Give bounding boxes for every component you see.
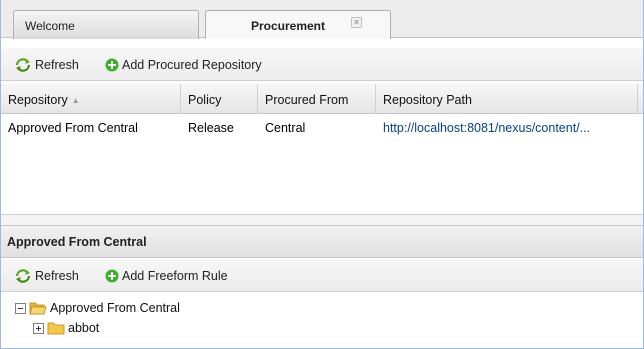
grid-empty-area <box>1 141 643 215</box>
column-header-repository[interactable]: Repository ▲ <box>1 84 181 114</box>
tree-node-label: Approved From Central <box>50 301 180 315</box>
rules-toolbar: Refresh Add Freeform Rule <box>1 259 643 292</box>
refresh-label: Refresh <box>35 58 79 72</box>
panel-splitter[interactable] <box>1 215 643 225</box>
add-icon <box>105 269 119 283</box>
details-refresh-label: Refresh <box>35 269 79 283</box>
tab-procurement[interactable]: Procurement × <box>205 10 391 39</box>
add-icon <box>105 58 119 72</box>
cell-procured-from: Central <box>265 121 306 135</box>
column-header-policy[interactable]: Policy <box>181 84 258 114</box>
tab-welcome[interactable]: Welcome <box>13 10 199 39</box>
tree-node-abbot[interactable]: abbot <box>33 319 99 337</box>
cell-repository: Approved From Central <box>8 121 138 135</box>
table-row[interactable]: Approved From Central Release Central ht… <box>1 115 643 141</box>
add-freeform-rule-button[interactable]: Add Freeform Rule <box>105 267 228 285</box>
add-procured-repository-label: Add Procured Repository <box>122 58 262 72</box>
add-procured-repository-button[interactable]: Add Procured Repository <box>105 56 262 74</box>
close-icon[interactable]: × <box>351 17 362 28</box>
rule-tree: Approved From Central abbot <box>1 293 643 348</box>
tree-node-label: abbot <box>68 321 100 335</box>
folder-icon <box>47 322 65 335</box>
procured-repositories-toolbar: Refresh Add Procured Repository <box>1 48 643 81</box>
refresh-icon <box>15 269 31 283</box>
tab-welcome-label: Welcome <box>25 19 75 33</box>
details-refresh-button[interactable]: Refresh <box>14 267 79 285</box>
tab-strip: Welcome Procurement × <box>1 0 643 39</box>
column-header-repository-path[interactable]: Repository Path <box>376 84 638 114</box>
details-panel-title: Approved From Central <box>1 225 643 258</box>
expand-toggle-icon[interactable] <box>33 322 44 334</box>
refresh-icon <box>15 58 31 72</box>
collapse-toggle-icon[interactable] <box>15 302 26 314</box>
cell-policy: Release <box>188 121 234 135</box>
tree-node-root[interactable]: Approved From Central <box>15 299 180 317</box>
app-frame: Welcome Procurement × Refresh Add Procur… <box>0 0 644 349</box>
refresh-button[interactable]: Refresh <box>14 56 79 74</box>
sort-ascending-icon: ▲ <box>71 96 80 105</box>
column-header-procured-from[interactable]: Procured From <box>258 84 376 114</box>
tab-procurement-label: Procurement <box>250 19 326 33</box>
cell-repository-path[interactable]: http://localhost:8081/nexus/content/... <box>376 115 638 141</box>
repository-grid-header: Repository ▲ Policy Procured From Reposit… <box>1 84 643 114</box>
add-freeform-rule-label: Add Freeform Rule <box>122 269 228 283</box>
open-folder-icon <box>29 302 47 315</box>
